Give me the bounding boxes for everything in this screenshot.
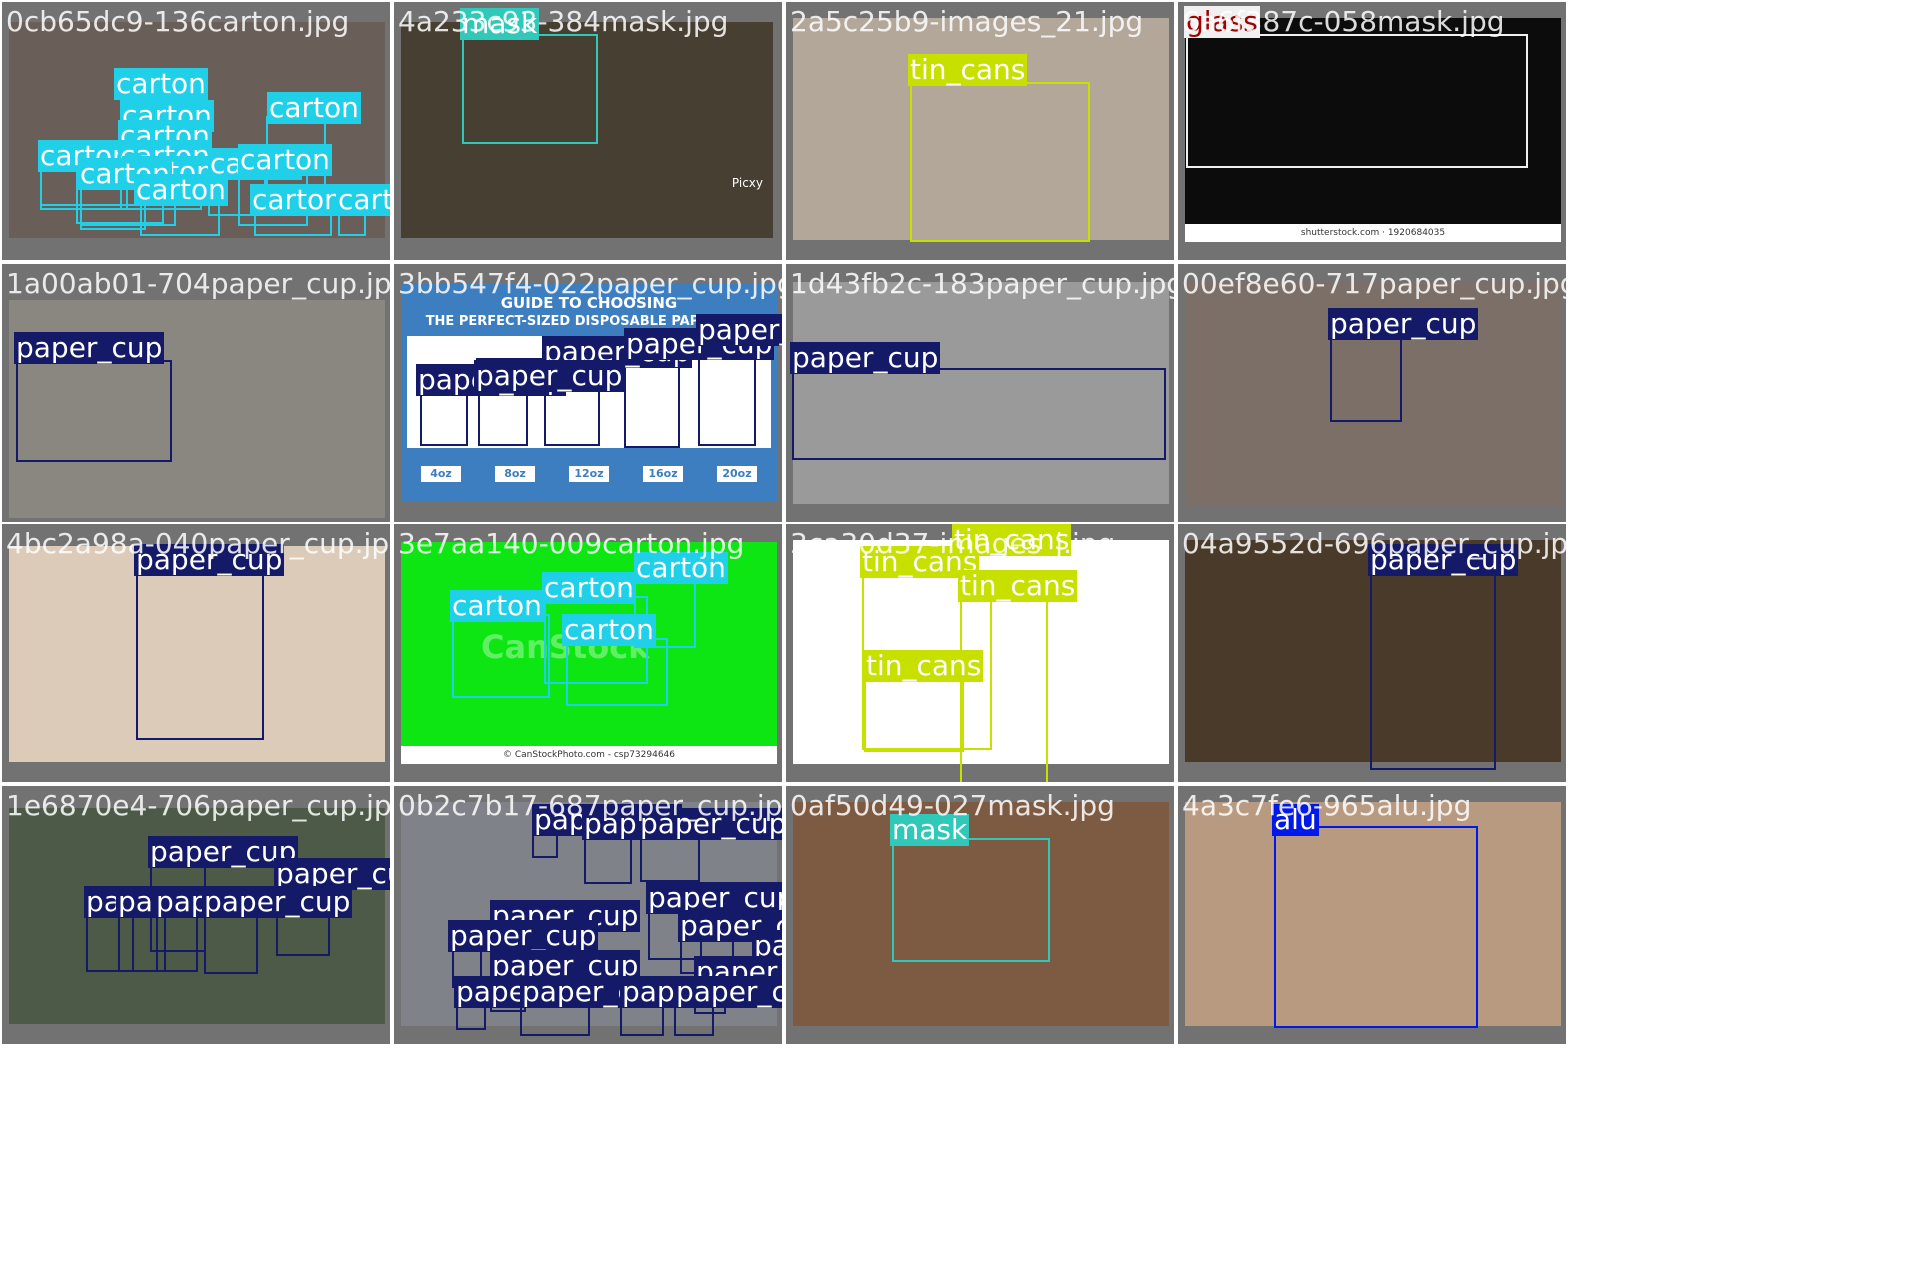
grid-tile: 0cb65dc9-136carton.jpg carton carton carton… [2,2,390,260]
tile-filename: 1e6870e4-706paper_cup.jpg [6,789,390,822]
cup-size-label: 8oz [495,466,535,482]
box-label: paper_cup [1328,307,1479,340]
tile-filename: 4a3c7fe6-965alu.jpg [1182,789,1472,822]
photo-caption: shutterstock.com · 1920684035 [1185,224,1561,242]
tile-filename: 3ca30d37-images_j.jpg [790,527,1116,560]
box-label: tin_cans [864,649,984,682]
cup-size-label: 4oz [421,466,461,482]
box-label: tin_cans [958,569,1078,602]
image-grid: 0cb65dc9-136carton.jpg carton carton carton… [0,0,1920,1280]
box-label: carton [114,67,208,100]
tile-filename: 04a9552d-696paper_cup.jpg [1182,527,1566,560]
box-label: carton [542,571,636,604]
tile-filename: 0b2c7b17-687paper_cup.jpg [398,789,782,822]
grid-tile: 1a00ab01-704paper_cup.jpg paper_cup [2,264,390,522]
tile-filename: 6a6f387c-058mask.jpg [1182,5,1505,38]
box-label: carton [238,143,332,176]
bounding-box [624,360,680,448]
bounding-box [452,614,550,698]
photo-watermark: Picxy [731,176,763,190]
bounding-box [156,912,198,972]
grid-tile: GUIDE TO CHOOSING THE PERFECT-SIZED DISPO… [394,264,782,522]
box-label: carton [562,613,656,646]
bounding-box [1330,334,1402,422]
cup-size-label: 16oz [643,466,683,482]
grid-tile: 1d43fb2c-183paper_cup.jpg paper_cup [786,264,1174,522]
box-label: carton [250,183,344,216]
tile-filename: 1a00ab01-704paper_cup.jpg [6,267,390,300]
tile-filename: 4a233c93-384mask.jpg [398,5,729,38]
bounding-box [566,638,668,706]
bounding-box [698,348,756,446]
grid-tile: 4a3c7fe6-965alu.jpg alu [1178,786,1566,1044]
box-label: carton [336,184,390,216]
bounding-box [1186,34,1528,168]
box-label: paper_cup [790,341,941,374]
box-label: paper_cup [448,919,599,952]
box-label: carton [134,173,228,206]
grid-tile: 3ca30d37-images_j.jpg tin_cans tin_cans tin… [786,524,1174,782]
bounding-box [864,678,964,752]
grid-tile: 04a9552d-696paper_cup.jpg paper_cup [1178,524,1566,782]
bounding-box [462,34,598,144]
box-label: paper_cup [202,885,353,918]
bounding-box [420,390,468,446]
cup-size-label: 12oz [569,466,609,482]
bounding-box [960,596,1048,782]
bounding-box [892,838,1050,962]
bounding-box [16,360,172,462]
grid-tile: 2a5c25b9-images_21.jpg tin_cans [786,2,1174,260]
grid-tile: shutterstock.com · 1920684035 6a6f387c-05… [1178,2,1566,260]
bounding-box [1274,826,1478,1028]
box-label: carton [450,589,544,622]
box-label: paper_cup [14,331,165,364]
box-label: paper_cup [696,314,782,346]
tile-filename: 1d43fb2c-183paper_cup.jpg [790,267,1174,300]
grid-tile: 00ef8e60-717paper_cup.jpg paper_cup [1178,264,1566,522]
tile-filename: 2a5c25b9-images_21.jpg [790,5,1144,38]
bounding-box [910,82,1090,242]
grid-tile: 1e6870e4-706paper_cup.jpg paper_cup paper_… [2,786,390,1044]
bounding-box [136,570,264,740]
box-label: paper_cup [674,976,782,1008]
tile-filename: 00ef8e60-717paper_cup.jpg [1182,267,1566,300]
grid-tile: 4bc2a98a-040paper_cup.jpg paper_cup [2,524,390,782]
tile-filename: 3e7aa140-009carton.jpg [398,527,745,560]
bounding-box [1370,570,1496,770]
bounding-box [204,912,258,974]
grid-tile: © CanStockPhoto.com - csp73294646 CanStoc… [394,524,782,782]
tile-filename: 0af50d49-027mask.jpg [790,789,1115,822]
grid-tile: 0b2c7b17-687paper_cup.jpg paper_cup paper_… [394,786,782,1044]
bounding-box [792,368,1166,460]
tile-filename: 3bb547f4-022paper_cup.jpg [398,267,782,300]
grid-tile: Picxy 4a233c93-384mask.jpg mask [394,2,782,260]
box-label: carton [267,91,361,124]
box-label: tin_cans [908,53,1028,86]
photo-caption: © CanStockPhoto.com - csp73294646 [401,746,777,764]
tile-filename: 4bc2a98a-040paper_cup.jpg [6,527,390,560]
cup-size-label: 20oz [717,466,757,482]
box-label: paper_cup [474,359,625,392]
grid-tile: 0af50d49-027mask.jpg mask [786,786,1174,1044]
tile-filename: 0cb65dc9-136carton.jpg [6,5,350,38]
